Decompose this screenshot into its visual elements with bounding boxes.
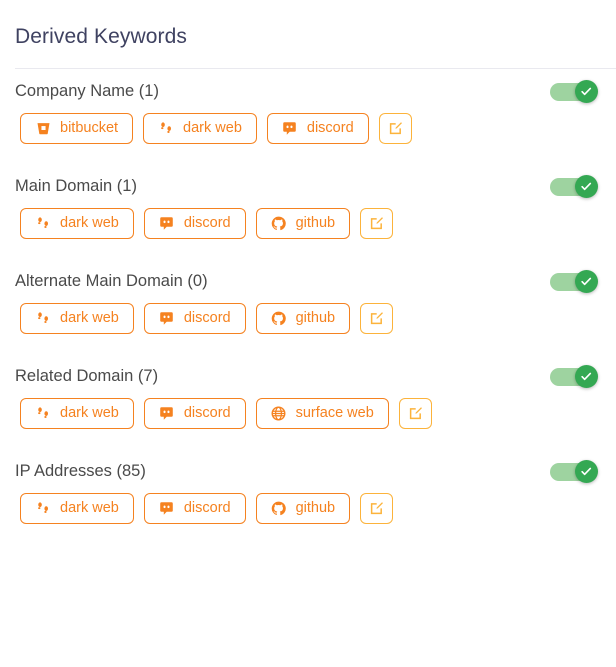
discord-icon bbox=[159, 216, 175, 232]
toggle-main-domain[interactable] bbox=[550, 174, 598, 198]
chip-label: github bbox=[295, 215, 336, 232]
dark-web-footprints-icon bbox=[35, 406, 51, 422]
chip-label: dark web bbox=[60, 405, 119, 422]
keyword-section: Main Domain (1) dark web discord github bbox=[0, 164, 616, 259]
derived-keywords-panel: Derived Keywords Company Name (1) bitbuck… bbox=[0, 0, 616, 667]
edit-pencil-icon bbox=[370, 502, 384, 515]
discord-icon bbox=[159, 501, 175, 517]
edit-alternate-main-domain-button[interactable] bbox=[360, 303, 394, 334]
keyword-section: Company Name (1) bitbucket dark web discord bbox=[0, 69, 616, 164]
section-label: Alternate Main Domain (0) bbox=[15, 272, 208, 290]
source-chip-dark-web[interactable]: dark web bbox=[20, 303, 134, 334]
source-chip-surface-web[interactable]: surface web bbox=[255, 398, 389, 429]
globe-icon bbox=[271, 406, 287, 422]
edit-pencil-icon bbox=[370, 312, 384, 325]
section-header: IP Addresses (85) bbox=[15, 449, 600, 493]
source-chip-row: dark web discord github bbox=[15, 303, 600, 354]
chip-label: discord bbox=[183, 500, 231, 517]
chip-label: surface web bbox=[295, 405, 374, 422]
section-header: Alternate Main Domain (0) bbox=[15, 259, 600, 303]
discord-icon bbox=[159, 311, 175, 327]
chip-label: discord bbox=[183, 405, 231, 422]
check-icon bbox=[581, 277, 592, 285]
source-chip-dark-web[interactable]: dark web bbox=[20, 493, 134, 524]
chip-label: dark web bbox=[60, 215, 119, 232]
discord-icon bbox=[282, 121, 298, 137]
source-chip-row: bitbucket dark web discord bbox=[15, 113, 600, 164]
chip-label: dark web bbox=[60, 500, 119, 517]
section-label: IP Addresses (85) bbox=[15, 462, 146, 480]
section-header: Related Domain (7) bbox=[15, 354, 600, 398]
toggle-ip-addresses[interactable] bbox=[550, 459, 598, 483]
chip-label: discord bbox=[183, 310, 231, 327]
source-chip-github[interactable]: github bbox=[255, 208, 351, 239]
edit-company-name-button[interactable] bbox=[378, 113, 412, 144]
source-chip-discord[interactable]: discord bbox=[143, 398, 246, 429]
keyword-section: IP Addresses (85) dark web discord github bbox=[0, 449, 616, 544]
toggle-alternate-main-domain[interactable] bbox=[550, 269, 598, 293]
source-chip-dark-web[interactable]: dark web bbox=[143, 113, 257, 144]
dark-web-footprints-icon bbox=[35, 216, 51, 232]
dark-web-footprints-icon bbox=[35, 501, 51, 517]
dark-web-footprints-icon bbox=[158, 121, 174, 137]
chip-label: discord bbox=[183, 215, 231, 232]
chip-label: github bbox=[295, 310, 336, 327]
edit-ip-addresses-button[interactable] bbox=[360, 493, 394, 524]
section-label: Company Name (1) bbox=[15, 82, 159, 100]
chip-label: discord bbox=[306, 120, 354, 137]
check-icon bbox=[581, 182, 592, 190]
source-chip-dark-web[interactable]: dark web bbox=[20, 208, 134, 239]
source-chip-discord[interactable]: discord bbox=[143, 493, 246, 524]
edit-pencil-icon bbox=[389, 122, 402, 135]
section-label: Related Domain (7) bbox=[15, 367, 159, 385]
source-chip-row: dark web discord github bbox=[15, 208, 600, 259]
source-chip-github[interactable]: github bbox=[255, 493, 351, 524]
bitbucket-icon bbox=[35, 121, 51, 137]
dark-web-footprints-icon bbox=[35, 311, 51, 327]
source-chip-row: dark web discord surface web bbox=[15, 398, 600, 449]
source-chip-github[interactable]: github bbox=[255, 303, 351, 334]
toggle-company-name[interactable] bbox=[550, 79, 598, 103]
section-label: Main Domain (1) bbox=[15, 177, 137, 195]
source-chip-bitbucket[interactable]: bitbucket bbox=[20, 113, 134, 144]
github-icon bbox=[271, 311, 287, 327]
edit-pencil-icon bbox=[370, 217, 384, 230]
edit-main-domain-button[interactable] bbox=[360, 208, 394, 239]
toggle-knob bbox=[575, 269, 598, 293]
source-chip-discord[interactable]: discord bbox=[143, 303, 246, 334]
toggle-knob bbox=[575, 79, 598, 103]
check-icon bbox=[581, 467, 592, 475]
edit-pencil-icon bbox=[409, 407, 422, 420]
chip-label: bitbucket bbox=[60, 120, 119, 137]
section-header: Company Name (1) bbox=[15, 69, 600, 113]
github-icon bbox=[271, 501, 287, 517]
github-icon bbox=[271, 216, 287, 232]
toggle-related-domain[interactable] bbox=[550, 364, 598, 388]
page-title: Derived Keywords bbox=[15, 25, 187, 48]
source-chip-dark-web[interactable]: dark web bbox=[20, 398, 134, 429]
edit-related-domain-button[interactable] bbox=[398, 398, 432, 429]
keyword-sections-list: Company Name (1) bitbucket dark web discord… bbox=[0, 69, 616, 544]
keyword-section: Alternate Main Domain (0) dark web discord… bbox=[0, 259, 616, 354]
toggle-knob bbox=[575, 459, 598, 483]
toggle-knob bbox=[575, 364, 598, 388]
keyword-section: Related Domain (7) dark web discord surface… bbox=[0, 354, 616, 449]
source-chip-row: dark web discord github bbox=[15, 493, 600, 544]
check-icon bbox=[581, 87, 592, 95]
chip-label: dark web bbox=[60, 310, 119, 327]
source-chip-discord[interactable]: discord bbox=[266, 113, 369, 144]
toggle-knob bbox=[575, 174, 598, 198]
discord-icon bbox=[159, 406, 175, 422]
chip-label: github bbox=[295, 500, 336, 517]
chip-label: dark web bbox=[183, 120, 242, 137]
source-chip-discord[interactable]: discord bbox=[143, 208, 246, 239]
check-icon bbox=[581, 372, 592, 380]
section-header: Main Domain (1) bbox=[15, 164, 600, 208]
